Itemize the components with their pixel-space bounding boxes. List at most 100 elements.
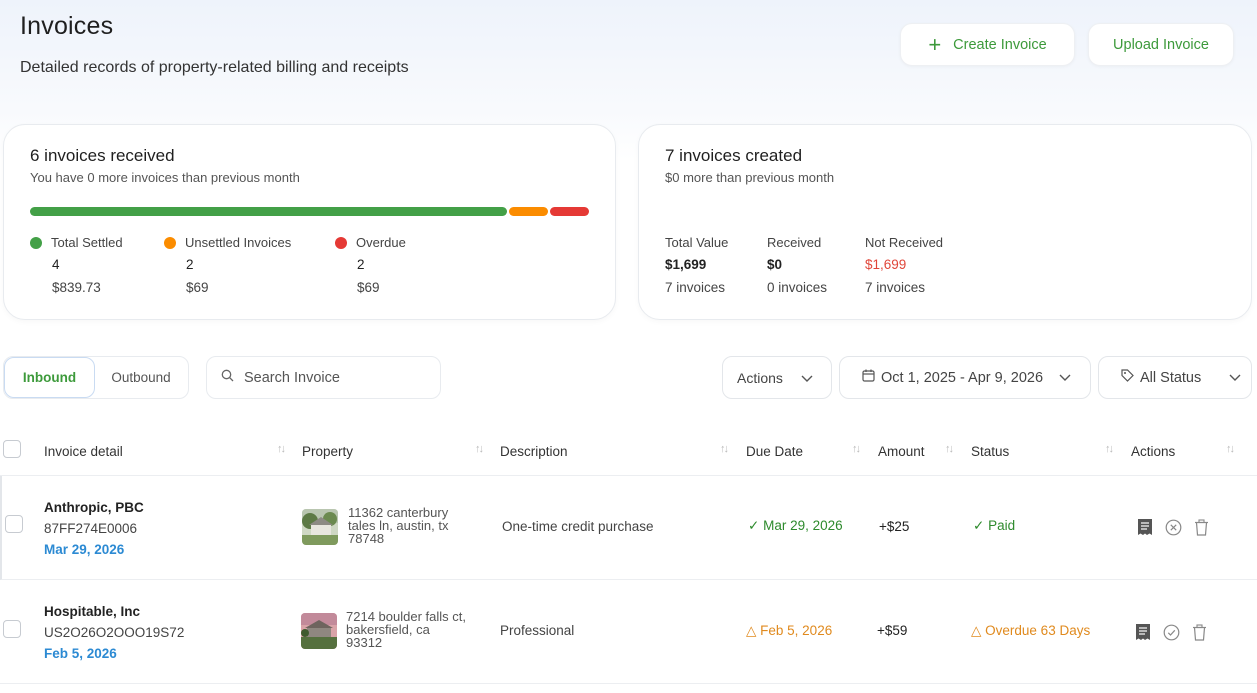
stat-label: Not Received xyxy=(865,235,944,250)
receipt-icon[interactable] xyxy=(1135,623,1151,646)
stat-count: 7 invoices xyxy=(665,280,726,295)
status-badge: △ Overdue 63 Days xyxy=(971,623,1090,639)
column-amount[interactable]: Amount xyxy=(878,444,925,459)
stat-value: $0 xyxy=(767,257,783,272)
warning-icon: △ xyxy=(746,623,757,638)
stat-total-value: Total Value $1,699 7 invoices xyxy=(665,235,728,295)
orange-dot-icon xyxy=(164,236,176,249)
status-filter-label: All Status xyxy=(1140,369,1202,386)
stat-not-received: Not Received $1,699 7 invoices xyxy=(865,235,943,295)
amount: +$59 xyxy=(877,623,908,638)
column-description[interactable]: Description xyxy=(500,444,568,459)
stat-value: $1,699 xyxy=(865,257,907,272)
sort-icon[interactable]: ↑↓ xyxy=(1226,443,1235,455)
company-name: Hospitable, Inc xyxy=(44,604,141,619)
legend-count: 4 xyxy=(52,257,60,272)
row-checkbox[interactable] xyxy=(3,620,21,638)
legend-count: 2 xyxy=(186,257,194,272)
receipt-icon[interactable] xyxy=(1137,518,1153,541)
legend-label: Overdue xyxy=(356,235,406,250)
invoice-detail-cell: Hospitable, Inc US2O26O2OOO19S72 Feb 5, … xyxy=(44,604,184,661)
tab-inbound[interactable]: Inbound xyxy=(4,357,95,398)
table-row[interactable]: Anthropic, PBC 87FF274E0006 Mar 29, 2026… xyxy=(0,476,1257,580)
sort-icon[interactable]: ↑↓ xyxy=(277,443,286,455)
check-circle-icon[interactable] xyxy=(1163,624,1180,646)
cancel-circle-icon[interactable] xyxy=(1165,519,1182,541)
bar-settled xyxy=(30,207,507,216)
stat-label: Total Value xyxy=(665,235,729,250)
sort-icon[interactable]: ↑↓ xyxy=(720,443,729,455)
row-actions xyxy=(1135,623,1207,646)
page-title: Invoices xyxy=(20,12,114,40)
search-input[interactable] xyxy=(244,369,424,386)
stat-count: 0 invoices xyxy=(767,280,828,295)
warning-icon: △ xyxy=(971,623,982,638)
upload-invoice-label: Upload Invoice xyxy=(1113,36,1209,53)
legend-label: Unsettled Invoices xyxy=(185,235,292,250)
green-dot-icon xyxy=(30,236,42,249)
search-box xyxy=(206,356,441,399)
column-invoice-detail[interactable]: Invoice detail xyxy=(44,444,123,459)
calendar-icon xyxy=(862,369,875,386)
page-subtitle: Detailed records of property-related bil… xyxy=(20,59,409,76)
status-text: Overdue 63 Days xyxy=(985,623,1091,638)
legend-count: 2 xyxy=(357,257,365,272)
invoice-id: 87FF274E0006 xyxy=(44,521,138,536)
create-invoice-button[interactable]: + Create Invoice xyxy=(900,23,1075,66)
table-row[interactable]: Hospitable, Inc US2O26O2OOO19S72 Feb 5, … xyxy=(0,580,1257,684)
chevron-down-icon xyxy=(1059,370,1071,386)
column-due-date[interactable]: Due Date xyxy=(746,444,803,459)
tab-outbound[interactable]: Outbound xyxy=(95,357,187,398)
due-date: ✓ Mar 29, 2026 xyxy=(748,518,843,534)
sort-icon[interactable]: ↑↓ xyxy=(852,443,861,455)
check-icon: ✓ xyxy=(748,518,760,533)
plus-icon: + xyxy=(928,31,942,57)
settlement-progress-bar xyxy=(30,207,590,216)
stat-value: $1,699 xyxy=(665,257,707,272)
legend-overdue: Overdue 2 $69 xyxy=(335,235,406,295)
red-dot-icon xyxy=(335,236,347,249)
received-title: 6 invoices received xyxy=(30,146,175,165)
direction-tabs: Inbound Outbound xyxy=(3,356,189,399)
description: One-time credit purchase xyxy=(502,519,654,534)
table-header: Invoice detail ↑↓ Property ↑↓ Descriptio… xyxy=(0,430,1257,476)
due-date-text: Mar 29, 2026 xyxy=(763,518,843,533)
tag-icon xyxy=(1121,369,1134,386)
company-name: Anthropic, PBC xyxy=(44,500,144,515)
actions-dropdown[interactable]: Actions xyxy=(722,356,832,399)
date-range-picker[interactable]: Oct 1, 2025 - Apr 9, 2026 xyxy=(839,356,1091,399)
amount: +$25 xyxy=(879,519,910,534)
invoice-detail-cell: Anthropic, PBC 87FF274E0006 Mar 29, 2026 xyxy=(44,500,144,557)
bar-overdue xyxy=(550,207,589,216)
due-date: △ Feb 5, 2026 xyxy=(746,623,832,639)
invoices-received-card: 6 invoices received You have 0 more invo… xyxy=(3,124,616,320)
column-property[interactable]: Property xyxy=(302,444,353,459)
invoice-date-link[interactable]: Feb 5, 2026 xyxy=(44,646,184,661)
column-status[interactable]: Status xyxy=(971,444,1009,459)
column-actions: Actions xyxy=(1131,444,1176,459)
row-actions xyxy=(1137,518,1209,541)
stat-count: 7 invoices xyxy=(865,280,926,295)
legend-amount: $69 xyxy=(186,280,209,295)
description: Professional xyxy=(500,623,575,638)
created-subtitle: $0 more than previous month xyxy=(665,170,835,185)
upload-invoice-button[interactable]: Upload Invoice xyxy=(1088,23,1234,66)
date-range-label: Oct 1, 2025 - Apr 9, 2026 xyxy=(881,369,1044,386)
row-checkbox[interactable] xyxy=(5,515,23,533)
sort-icon[interactable]: ↑↓ xyxy=(945,443,954,455)
property-address: 7214 boulder falls ct, bakersfield, ca 9… xyxy=(346,609,466,650)
legend-amount: $69 xyxy=(357,280,380,295)
page-header: Invoices Detailed records of property-re… xyxy=(20,12,409,77)
status-filter-dropdown[interactable]: All Status xyxy=(1098,356,1252,399)
received-subtitle: You have 0 more invoices than previous m… xyxy=(30,170,300,185)
select-all-checkbox[interactable] xyxy=(3,440,21,458)
legend-unsettled: Unsettled Invoices 2 $69 xyxy=(164,235,291,295)
trash-icon[interactable] xyxy=(1194,518,1209,541)
sort-icon[interactable]: ↑↓ xyxy=(475,443,484,455)
trash-icon[interactable] xyxy=(1192,623,1207,646)
property-address: 11362 canterbury tales ln, austin, tx 78… xyxy=(348,505,449,546)
sort-icon[interactable]: ↑↓ xyxy=(1105,443,1114,455)
legend-amount: $839.73 xyxy=(52,280,101,295)
invoice-date-link[interactable]: Mar 29, 2026 xyxy=(44,542,144,557)
status-text: Paid xyxy=(988,518,1016,533)
